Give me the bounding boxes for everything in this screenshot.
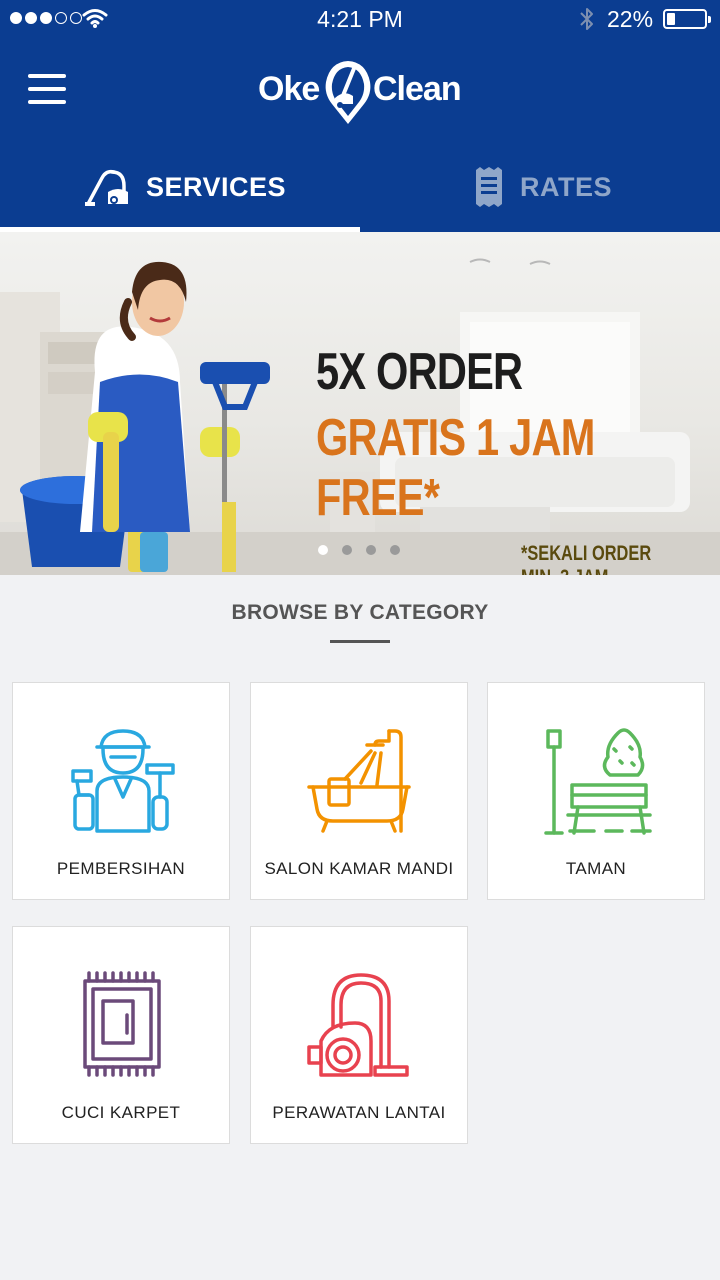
vacuum-cleaner-icon	[307, 973, 409, 1077]
banner-offer: GRATIS 1 JAM FREE*	[316, 409, 595, 527]
vacuum-icon	[85, 169, 128, 206]
carousel-dot-3[interactable]	[366, 545, 376, 555]
carousel-dots	[318, 545, 400, 555]
park-bench-icon	[544, 728, 652, 835]
bathtub-icon	[307, 729, 411, 833]
category-label: PERAWATAN LANTAI	[272, 1103, 446, 1122]
battery-icon	[663, 9, 711, 29]
category-label: TAMAN	[565, 859, 627, 878]
category-card-pembersihan[interactable]: PEMBERSIHAN	[12, 682, 230, 900]
tab-rates[interactable]: RATES	[360, 152, 720, 232]
tab-services-label: SERVICES	[146, 172, 287, 202]
carousel-dot-2[interactable]	[342, 545, 352, 555]
logo-text-oke: Oke	[258, 70, 320, 108]
carousel-dot-4[interactable]	[390, 545, 400, 555]
app-header: Oke Clean SERVICES RATES	[0, 40, 720, 232]
category-card-perawatan-lantai[interactable]: PERAWATAN LANTAI	[250, 926, 468, 1144]
category-card-salon-kamar-mandi[interactable]: SALON KAMAR MANDI	[250, 682, 468, 900]
category-card-cuci-karpet[interactable]: CUCI KARPET	[12, 926, 230, 1144]
banner-headline: 5X ORDER	[316, 343, 523, 401]
section-divider	[330, 640, 390, 643]
map-pin-vacuum-icon	[325, 61, 371, 124]
logo-text-clean: Clean	[373, 70, 462, 108]
cleaner-icon	[71, 729, 175, 833]
bluetooth-icon	[580, 8, 593, 30]
hamburger-icon	[28, 74, 66, 78]
status-bar: 4:21 PM 22%	[0, 0, 720, 40]
category-card-taman[interactable]: TAMAN	[487, 682, 705, 900]
category-label: SALON KAMAR MANDI	[264, 859, 454, 878]
receipt-icon	[476, 167, 502, 207]
banner-note: *SEKALI ORDER MIN. 3 JAM	[521, 542, 652, 575]
carpet-icon	[83, 971, 161, 1077]
category-label: PEMBERSIHAN	[56, 859, 186, 878]
section-title: BROWSE BY CATEGORY	[231, 601, 489, 624]
carousel-dot-1[interactable]	[318, 545, 328, 555]
promo-banner[interactable]: 5X ORDER GRATIS 1 JAM FREE* *SEKALI ORDE…	[0, 232, 720, 575]
tab-rates-label: RATES	[520, 172, 613, 202]
battery-percent: 22%	[607, 6, 654, 32]
app-logo: Oke Clean	[256, 56, 466, 128]
tab-services[interactable]: SERVICES	[0, 152, 360, 232]
menu-button[interactable]	[28, 74, 66, 106]
tab-bar: SERVICES RATES	[0, 152, 720, 232]
category-label: CUCI KARPET	[61, 1103, 181, 1122]
